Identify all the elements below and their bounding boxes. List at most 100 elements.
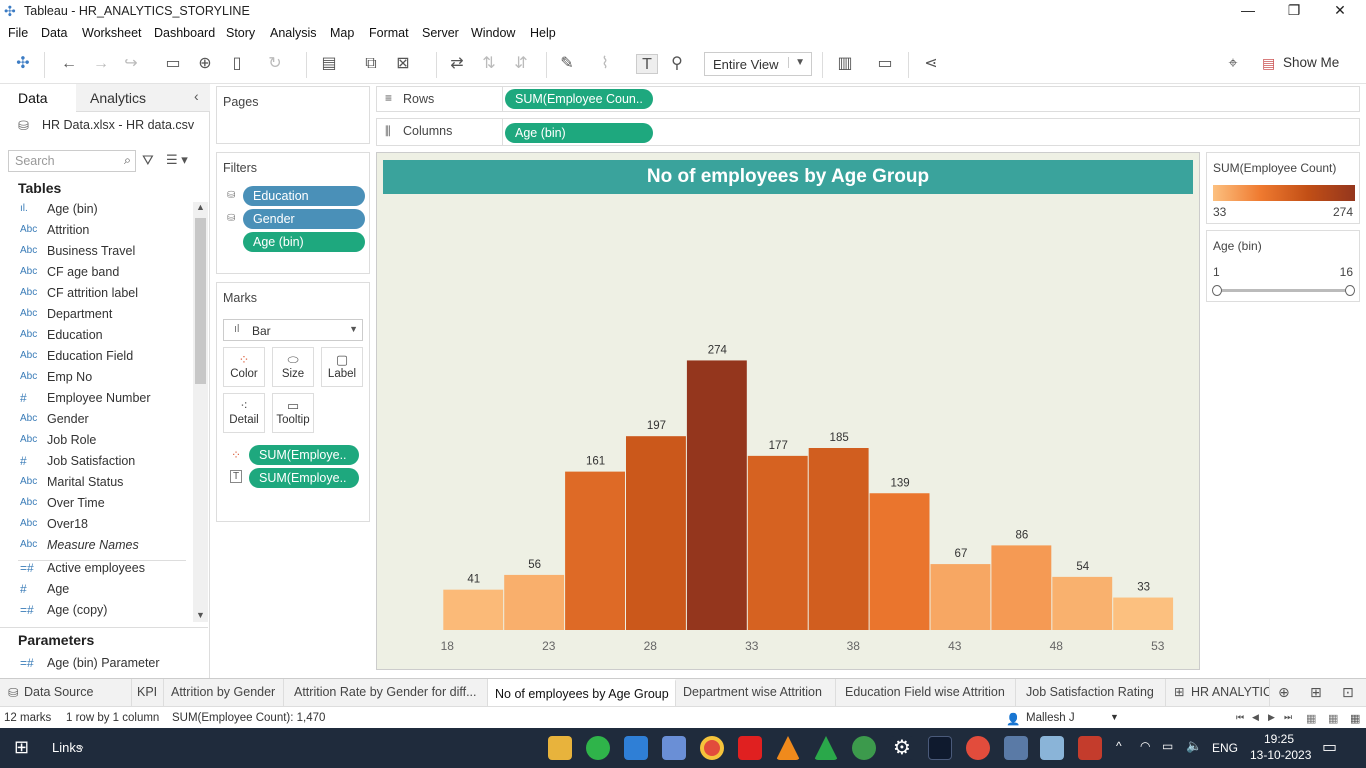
chevron-down-icon[interactable]: ▼	[1110, 712, 1119, 722]
bar-21[interactable]	[504, 574, 565, 630]
new-dashboard-tab-icon[interactable]: ⊞	[1310, 684, 1322, 701]
chrome-alt-icon[interactable]	[966, 736, 990, 760]
youtube-icon[interactable]	[738, 736, 762, 760]
prev-sheet-icon[interactable]: ◀	[1252, 712, 1259, 723]
menu-window[interactable]: Window	[471, 26, 515, 40]
language-indicator[interactable]: ENG	[1212, 741, 1238, 755]
chrome-profile-icon[interactable]	[852, 736, 876, 760]
filters-shelf[interactable]: Filters ⛁ Education ⛁ Gender Age (bin)	[216, 152, 370, 274]
tab-education-field-attrition[interactable]: Education Field wise Attrition	[836, 679, 1016, 707]
new-worksheet-icon[interactable]: ▤	[318, 54, 340, 74]
tab-employees-by-age-group[interactable]: No of employees by Age Group	[488, 679, 676, 707]
slider-min-handle[interactable]	[1212, 285, 1222, 296]
menu-dashboard[interactable]: Dashboard	[154, 26, 215, 40]
filter-fields-icon[interactable]: ⛛	[142, 152, 154, 169]
bar-chart[interactable]: 41 56 161 197 274 177 185 139 67 86 54 33 18 23 28 33 38…	[376, 195, 1200, 670]
field-item[interactable]: # Employee Number	[18, 390, 193, 411]
show-filmstrip-icon[interactable]: ▦	[1306, 712, 1316, 725]
bar-48[interactable]	[1052, 576, 1113, 630]
field-item[interactable]: Abc Attrition	[18, 222, 193, 243]
label-button[interactable]: ▢ Label	[321, 347, 363, 387]
pages-shelf[interactable]: Pages	[216, 86, 370, 144]
fit-dropdown[interactable]: Entire View ▼	[704, 52, 812, 76]
snipping-tool-icon[interactable]	[1078, 736, 1102, 760]
volume-icon[interactable]: 🔈	[1186, 738, 1202, 754]
vlc-icon[interactable]	[776, 736, 800, 760]
field-item[interactable]: Abc Over18	[18, 516, 193, 537]
wifi-icon[interactable]: ◠	[1140, 739, 1150, 753]
tab-data-source[interactable]: ⛁ Data Source	[0, 679, 132, 707]
field-item[interactable]: # Age	[18, 581, 193, 602]
app-icon[interactable]	[814, 736, 838, 760]
first-sheet-icon[interactable]: ⏮	[1236, 712, 1244, 723]
show-me-button[interactable]: Show Me	[1283, 55, 1339, 70]
filter-pill-age-bin[interactable]: Age (bin)	[243, 232, 365, 252]
columns-pill[interactable]: Age (bin)	[505, 123, 653, 143]
minimize-icon[interactable]: —	[1238, 2, 1258, 18]
bar-18[interactable]	[443, 589, 504, 630]
group-members-icon[interactable]: ⌇	[594, 54, 616, 74]
bar-27[interactable]	[626, 436, 686, 630]
new-worksheet-tab-icon[interactable]: ⊕	[1278, 684, 1290, 701]
menu-server[interactable]: Server	[422, 26, 459, 40]
field-item[interactable]: Abc Over Time	[18, 495, 193, 516]
highlight-toggle-icon[interactable]: ⌖	[1222, 54, 1244, 74]
slider-track[interactable]	[1215, 289, 1353, 292]
field-item[interactable]: Abc Department	[18, 306, 193, 327]
field-item[interactable]: Abc Education	[18, 327, 193, 348]
show-cards-icon[interactable]: ▥	[834, 54, 856, 74]
menu-story[interactable]: Story	[226, 26, 255, 40]
mark-pill-label[interactable]: SUM(Employe..	[249, 468, 359, 488]
field-item[interactable]: ıl. Age (bin)	[18, 201, 193, 222]
show-me-icon[interactable]: ▤	[1262, 55, 1275, 72]
restore-icon[interactable]: ❐	[1284, 2, 1304, 19]
filter-pill-gender[interactable]: Gender	[243, 209, 365, 229]
slider-max-handle[interactable]	[1345, 285, 1355, 296]
windows-start-icon[interactable]: ⊞	[14, 737, 29, 758]
bar-24[interactable]	[565, 471, 625, 630]
field-item[interactable]: Abc CF age band	[18, 264, 193, 285]
menu-worksheet[interactable]: Worksheet	[82, 26, 142, 40]
tooltip-button[interactable]: ▭ Tooltip	[272, 393, 314, 433]
sort-ascending-icon[interactable]: ⇅	[478, 54, 500, 74]
tab-attrition-by-gender[interactable]: Attrition by Gender	[164, 679, 284, 707]
presentation-mode-icon[interactable]: ▭	[874, 54, 896, 74]
tab-kpi[interactable]: KPI	[132, 679, 164, 707]
field-item[interactable]: Abc CF attrition label	[18, 285, 193, 306]
clear-sheet-icon[interactable]: ⊠	[392, 54, 414, 74]
rows-pill[interactable]: SUM(Employee Coun..	[505, 89, 653, 109]
datasource-name[interactable]: HR Data.xlsx - HR data.csv	[42, 118, 194, 132]
show-hidden-icons-icon[interactable]: ^	[1116, 739, 1122, 753]
field-item[interactable]: =# Age (copy)	[18, 602, 193, 623]
notifications-icon[interactable]: ▭	[1322, 737, 1337, 757]
rows-shelf[interactable]: ≡ Rows SUM(Employee Coun..	[376, 86, 1360, 112]
field-item[interactable]: Abc Measure Names	[18, 537, 193, 558]
show-mark-labels-icon[interactable]: T	[636, 54, 658, 74]
new-datasource-icon[interactable]: ⊕	[194, 54, 216, 74]
menu-data[interactable]: Data	[41, 26, 67, 40]
field-item[interactable]: =# Active employees	[18, 560, 193, 581]
bar-45[interactable]	[991, 545, 1052, 630]
field-item[interactable]: # Job Satisfaction	[18, 453, 193, 474]
next-sheet-icon[interactable]: ▶	[1268, 712, 1275, 723]
refresh-icon[interactable]: ↻	[264, 54, 286, 74]
pause-updates-icon[interactable]: ▯	[226, 54, 248, 74]
clock-time[interactable]: 19:25	[1264, 732, 1294, 746]
tab-analytics[interactable]: Analytics ‹	[76, 84, 210, 112]
field-item[interactable]: Abc Job Role	[18, 432, 193, 453]
tab-department-wise-attrition[interactable]: Department wise Attrition	[676, 679, 836, 707]
redo-icon[interactable]: →	[90, 54, 112, 74]
share-icon[interactable]: ⋖	[920, 54, 942, 74]
settings-icon[interactable]: ⚙	[890, 736, 914, 760]
links-chevron-icon[interactable]: »	[78, 742, 84, 753]
battery-icon[interactable]: ▭	[1162, 739, 1173, 753]
field-item[interactable]: Abc Emp No	[18, 369, 193, 390]
mail-icon[interactable]	[624, 736, 648, 760]
notepad-icon[interactable]	[1040, 736, 1064, 760]
collapse-pane-icon[interactable]: ‹	[194, 88, 199, 104]
tab-data[interactable]: Data	[0, 84, 76, 112]
duplicate-sheet-icon[interactable]: ⧉	[360, 54, 382, 74]
highlight-icon[interactable]: ✎	[556, 54, 578, 74]
replay-icon[interactable]: ↪	[120, 54, 142, 74]
field-item[interactable]: Abc Business Travel	[18, 243, 193, 264]
